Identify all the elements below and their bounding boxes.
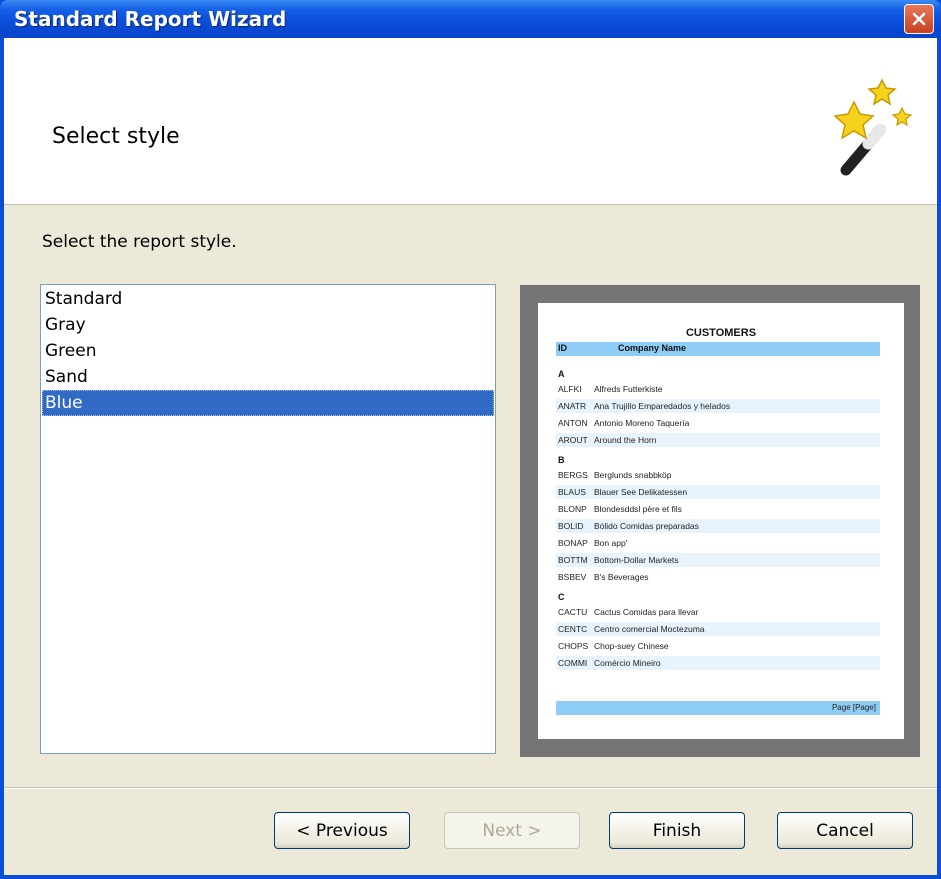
style-item-standard[interactable]: Standard <box>42 286 494 312</box>
preview-row: CACTU Cactus Comidas para llevar <box>556 605 880 619</box>
preview-cell-name: Blauer See Delikatessen <box>594 487 688 497</box>
style-item-green[interactable]: Green <box>42 338 494 364</box>
preview-group-label: B <box>558 455 565 465</box>
preview-row: CHOPS Chop-suey Chinese <box>556 639 880 653</box>
preview-cell-id: CACTU <box>558 607 588 617</box>
preview-cell-id: AROUT <box>558 435 588 445</box>
preview-cell-name: Blondesddsl père et fils <box>594 504 682 514</box>
preview-cell-id: BLAUS <box>558 487 586 497</box>
preview-cell-id: BSBEV <box>558 572 587 582</box>
window-title: Standard Report Wizard <box>14 7 287 31</box>
style-item-blue[interactable]: Blue <box>42 390 494 416</box>
preview-cell-name: Alfreds Futterkiste <box>594 384 663 394</box>
preview-group-label: C <box>558 592 565 602</box>
preview-cell-name: Ana Trujillo Emparedados y helados <box>594 401 731 411</box>
preview-cell-name: B's Beverages <box>594 572 649 582</box>
preview-col-name: Company Name <box>618 343 687 353</box>
wizard-client-area: Select style Select the report style. St… <box>4 38 937 875</box>
preview-col-id: ID <box>558 343 567 353</box>
preview-cell-name: Chop-suey Chinese <box>594 641 669 651</box>
preview-cell-id: BLONP <box>558 504 587 514</box>
preview-row: COMMI Comércio Mineiro <box>556 656 880 670</box>
style-preview: CUSTOMERS ID Company Name Page [Page] AA… <box>520 285 920 757</box>
preview-row: BOTTM Bottom-Dollar Markets <box>556 553 880 567</box>
preview-cell-id: ANTON <box>558 418 588 428</box>
instruction-text: Select the report style. <box>42 232 237 252</box>
wizard-window: Standard Report Wizard Select style Sele… <box>0 0 941 879</box>
preview-row: ANTON Antonio Moreno Taquería <box>556 416 880 430</box>
title-bar[interactable]: Standard Report Wizard <box>0 0 941 38</box>
preview-cell-name: Bólido Comidas preparadas <box>594 521 699 531</box>
magic-wand-icon <box>833 78 913 176</box>
preview-title: CUSTOMERS <box>685 327 757 339</box>
cancel-button[interactable]: Cancel <box>777 812 913 849</box>
preview-cell-id: BOLID <box>558 521 584 531</box>
preview-row: BSBEV B's Beverages <box>556 570 880 584</box>
preview-cell-name: Bon app' <box>594 538 628 548</box>
preview-cell-name: Comércio Mineiro <box>594 658 661 668</box>
preview-cell-id: CHOPS <box>558 641 589 651</box>
preview-footer-text: Page [Page] <box>831 703 876 712</box>
style-item-sand[interactable]: Sand <box>42 364 494 390</box>
preview-cell-name: Bottom-Dollar Markets <box>594 555 679 565</box>
preview-row: AROUT Around the Horn <box>556 433 880 447</box>
preview-cell-id: ANATR <box>558 401 587 411</box>
preview-row: ALFKI Alfreds Futterkiste <box>556 382 880 396</box>
previous-button[interactable]: < Previous <box>274 812 410 849</box>
preview-cell-id: ALFKI <box>558 384 582 394</box>
finish-button[interactable]: Finish <box>609 812 745 849</box>
preview-row: BOLID Bólido Comidas preparadas <box>556 519 880 533</box>
preview-footer: Page [Page] <box>556 701 880 715</box>
preview-header-row: ID Company Name <box>556 342 880 356</box>
preview-row: CENTC Centro comercial Moctezuma <box>556 622 880 636</box>
preview-cell-id: BERGS <box>558 470 588 480</box>
style-item-gray[interactable]: Gray <box>42 312 494 338</box>
preview-group-label: A <box>558 369 565 379</box>
preview-page: CUSTOMERS ID Company Name Page [Page] AA… <box>538 303 904 739</box>
preview-row: BERGS Berglunds snabbköp <box>556 468 880 482</box>
preview-cell-name: Antonio Moreno Taquería <box>594 418 690 428</box>
close-button[interactable] <box>904 4 934 34</box>
wizard-header: Select style <box>4 38 937 205</box>
button-separator <box>4 787 937 788</box>
preview-row: BLAUS Blauer See Delikatessen <box>556 485 880 499</box>
preview-row: BONAP Bon app' <box>556 536 880 550</box>
preview-cell-id: BONAP <box>558 538 588 548</box>
style-listbox[interactable]: Standard Gray Green Sand Blue <box>40 284 496 754</box>
page-title: Select style <box>52 124 180 149</box>
close-icon <box>912 12 926 26</box>
preview-row: ANATR Ana Trujillo Emparedados y helados <box>556 399 880 413</box>
next-button[interactable]: Next > <box>444 812 580 849</box>
preview-cell-name: Cactus Comidas para llevar <box>594 607 699 617</box>
preview-cell-name: Berglunds snabbköp <box>594 470 672 480</box>
preview-cell-id: COMMI <box>558 658 588 668</box>
preview-cell-name: Around the Horn <box>594 435 657 445</box>
preview-cell-id: CENTC <box>558 624 588 634</box>
preview-cell-name: Centro comercial Moctezuma <box>594 624 705 634</box>
preview-row: BLONP Blondesddsl père et fils <box>556 502 880 516</box>
preview-cell-id: BOTTM <box>558 555 588 565</box>
